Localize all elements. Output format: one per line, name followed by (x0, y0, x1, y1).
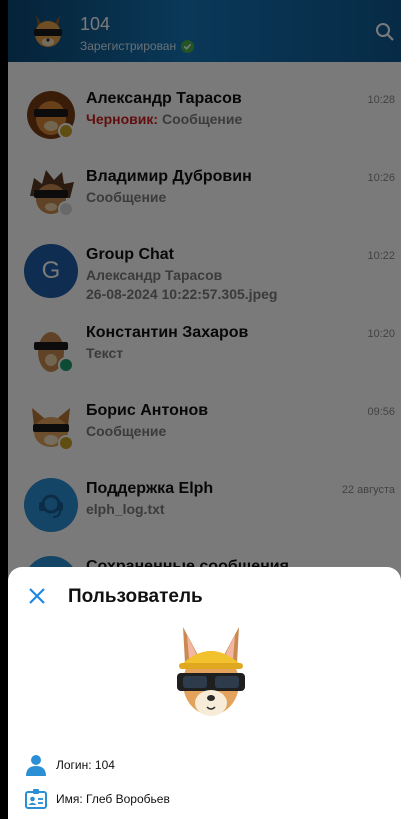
preview-text: Сообщение (161, 111, 243, 127)
sheet-title: Пользователь (68, 586, 203, 607)
chat-name: Борис Антонов (86, 402, 209, 419)
registration-status: Зарегистрирован (80, 39, 195, 53)
header: 104 Зарегистрирован (8, 0, 401, 62)
verified-icon (181, 39, 195, 53)
chat-item[interactable]: Константин Захаров Текст 10:20 (8, 320, 401, 398)
chat-preview: Черновик: Сообщение (86, 111, 242, 127)
name-row: Имя: Глеб Воробьев (24, 787, 170, 811)
chat-item[interactable]: Владимир Дубровин Сообщение 10:26 (8, 164, 401, 242)
chat-name: Владимир Дубровин (86, 168, 252, 185)
user-sheet: Пользователь Логин: 104 Имя: Глеб Воробь… (8, 567, 401, 819)
chat-name: Group Chat (86, 246, 174, 263)
chat-preview: Александр Тарасов (86, 267, 223, 283)
login-text: Логин: 104 (56, 758, 115, 772)
login-row: Логин: 104 (24, 753, 115, 777)
chat-app: 104 Зарегистрирован Александр Тарасов Че… (8, 0, 401, 819)
group-avatar: G (24, 244, 78, 298)
chat-name: Александр Тарасов (86, 90, 242, 107)
chat-name: Константин Захаров (86, 324, 249, 341)
support-avatar (24, 478, 78, 532)
chat-preview: Сообщение (86, 423, 167, 439)
chat-preview-file: 26-08-2024 10:22:57.305.jpeg (86, 286, 278, 302)
chat-preview: elph_log.txt (86, 501, 165, 517)
chat-time: 10:22 (367, 250, 395, 262)
user-profile-avatar (177, 627, 245, 716)
chat-item[interactable]: Поддержка Elph elph_log.txt 22 августа (8, 476, 401, 554)
name-text: Имя: Глеб Воробьев (56, 792, 170, 806)
close-icon[interactable] (26, 585, 48, 607)
chat-time: 09:56 (367, 406, 395, 418)
chat-item[interactable]: Борис Антонов Сообщение 09:56 (8, 398, 401, 476)
headset-icon (39, 494, 63, 518)
group-avatar-letter: G (41, 257, 61, 284)
status-text: Зарегистрирован (80, 39, 177, 53)
person-icon (26, 755, 46, 776)
status-dot (58, 357, 74, 373)
draft-label: Черновик: (86, 111, 159, 127)
chat-time: 10:26 (367, 172, 395, 184)
user-avatar[interactable] (28, 11, 68, 51)
chat-preview: Текст (86, 345, 124, 361)
chat-time: 10:28 (367, 94, 395, 106)
status-dot (58, 435, 74, 451)
status-dot (58, 201, 74, 217)
chat-time: 22 августа (341, 484, 395, 496)
chat-preview: Сообщение (86, 189, 167, 205)
chat-time: 10:20 (367, 328, 395, 340)
chat-item[interactable]: Александр Тарасов Черновик: Сообщение 10… (8, 86, 401, 164)
chat-item[interactable]: G Group Chat Александр Тарасов 26-08-202… (8, 242, 401, 320)
search-icon[interactable] (375, 22, 395, 42)
chat-name: Поддержка Elph (86, 480, 214, 497)
account-number: 104 (80, 14, 111, 34)
id-card-icon (25, 789, 47, 809)
status-dot (58, 123, 74, 139)
